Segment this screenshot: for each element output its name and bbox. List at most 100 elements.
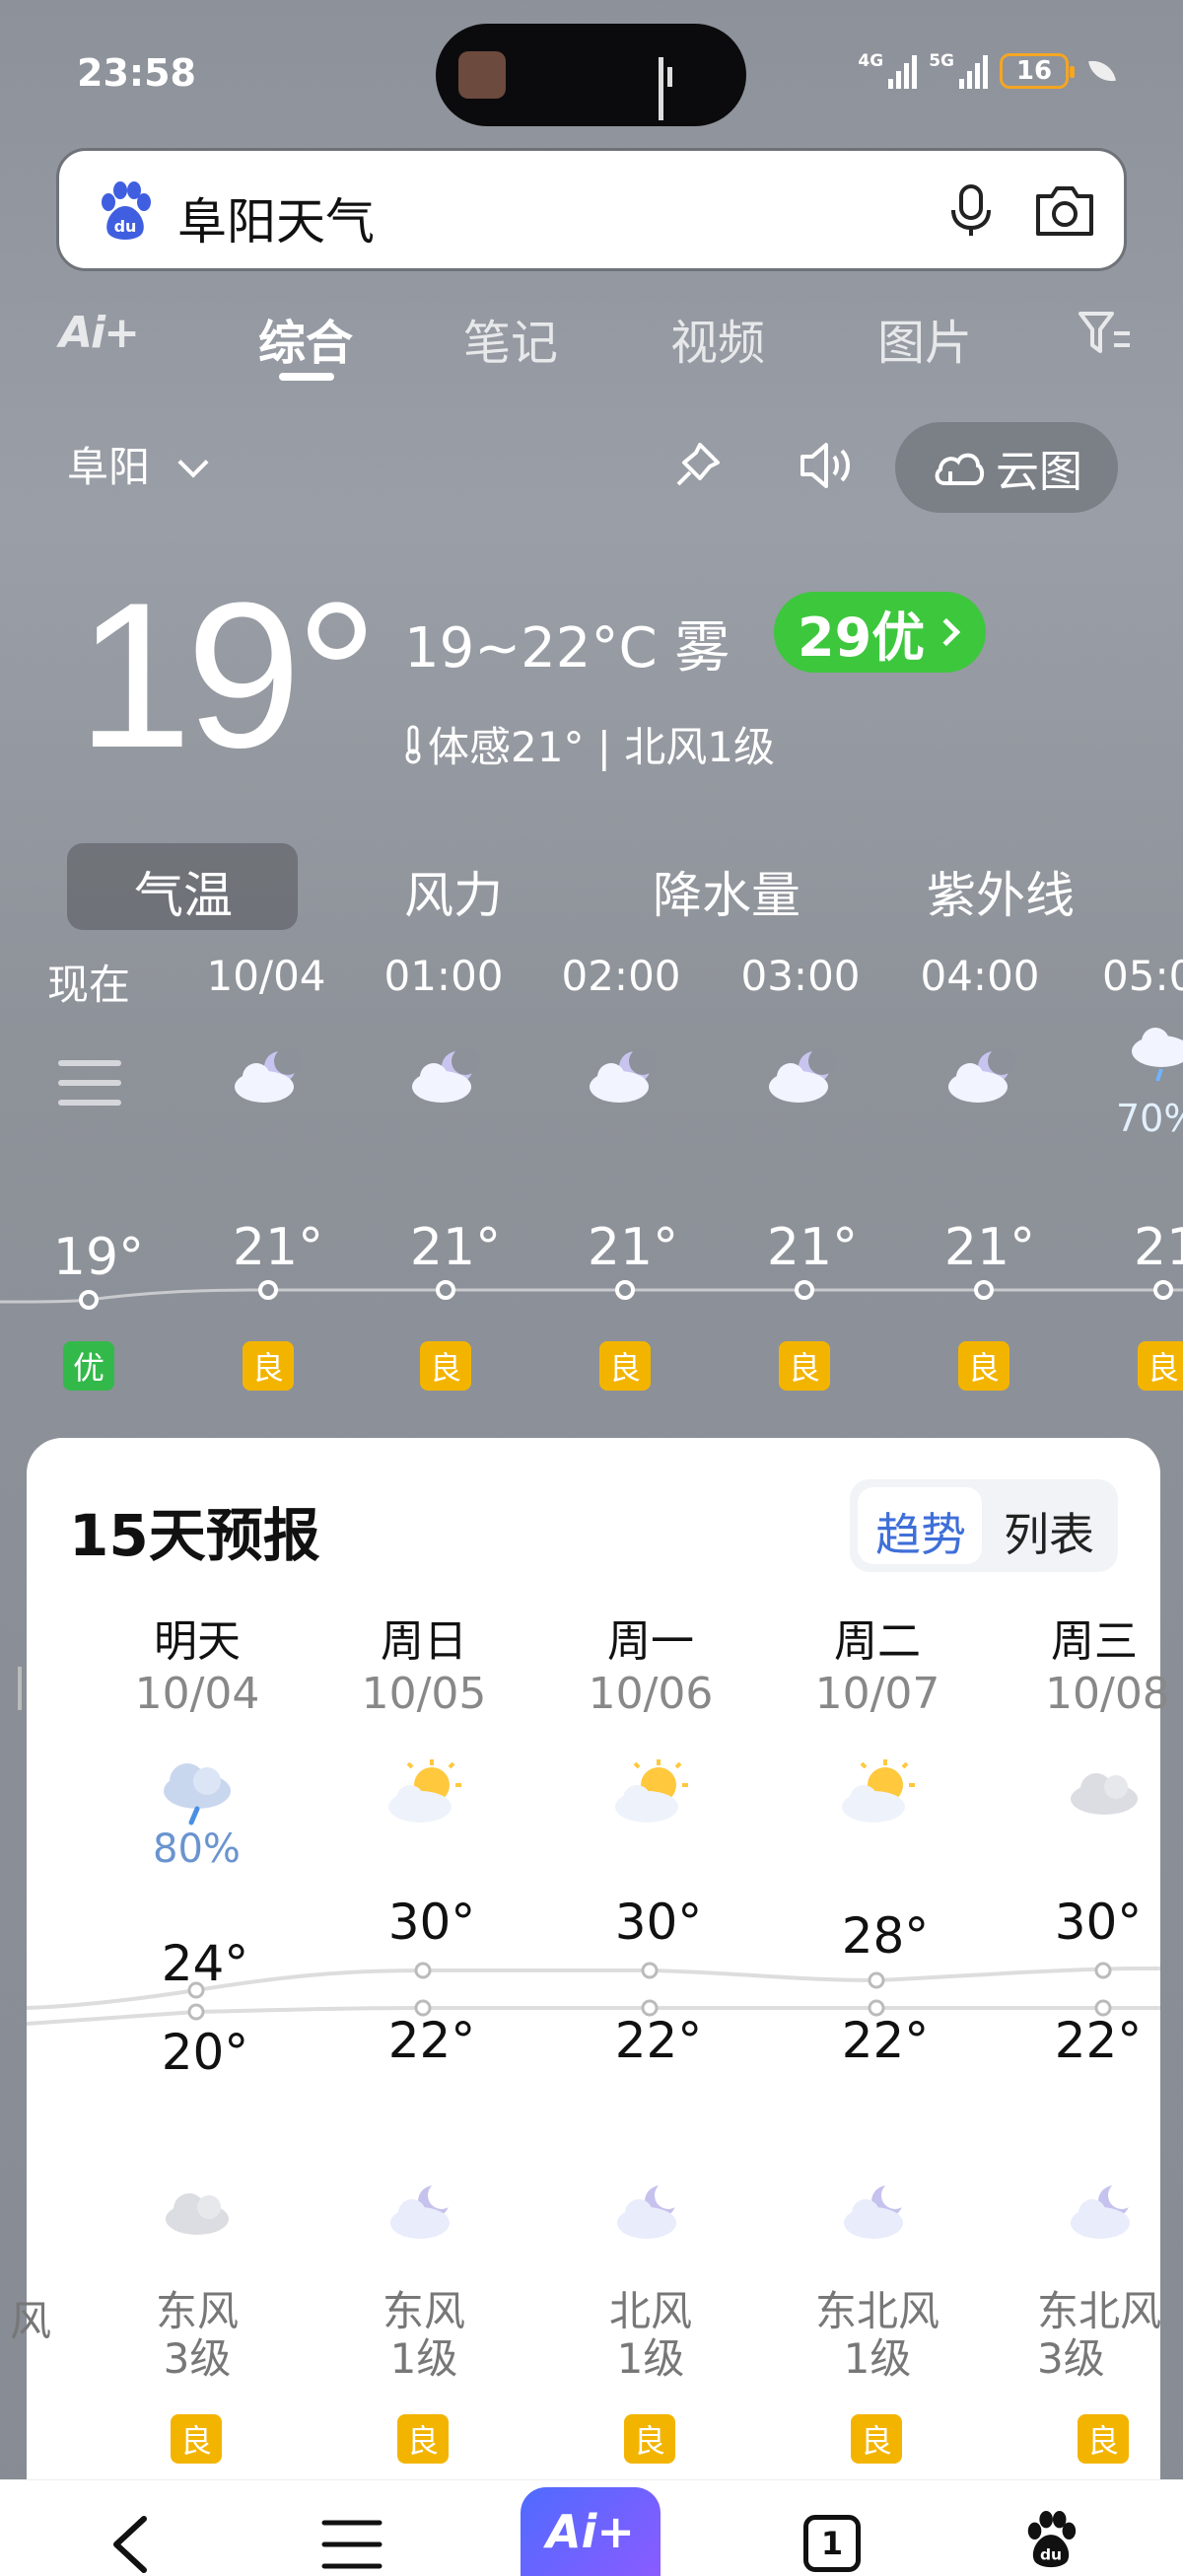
filter-icon[interactable] [1077,308,1132,357]
aqi-tag: 良 [397,2414,449,2464]
sunny-cloud-icon [388,1759,461,1823]
ai-assistant-button[interactable]: Ai+ [521,2487,661,2576]
cloudy-night-icon [590,1047,657,1103]
aqi-tag: 优 [63,1341,114,1391]
status-icons: 4G 5G 16 [858,53,1116,89]
audio-bars-icon [659,57,682,120]
menu-icon[interactable] [320,2517,383,2572]
tabs-count-button[interactable]: 1 [803,2515,861,2572]
prev-wind-fragment: 风 [10,2297,52,2345]
back-arrow-icon[interactable] [106,2513,156,2576]
chevron-right-icon [933,617,961,647]
tab-videos[interactable]: 视频 [670,304,765,373]
hour-label: 02:00 [561,952,681,1000]
ai-plus-tab[interactable]: Ai+ [59,308,140,358]
precip-probability: 70% [1116,1097,1183,1140]
low-temp: 22° [1054,2012,1143,2069]
aqi-tag: 良 [1078,2414,1129,2464]
hour-label: 04:00 [920,952,1040,1000]
search-box[interactable]: du 阜阳天气 [56,148,1127,271]
day-name: 周日 [381,1616,467,1667]
cloud-icon [1071,1773,1138,1815]
status-time: 23:58 [77,51,196,95]
aqi-tag: 良 [243,1341,294,1391]
wind-info: 东风 3级 [155,2287,239,2383]
island-avatar-icon [458,51,506,99]
aqi-tag: 良 [779,1341,830,1391]
pin-icon[interactable] [670,439,724,492]
precip-probability: 80% [153,1826,241,1872]
cloudy-night-icon [617,2182,682,2239]
aqi-tag: 良 [1138,1341,1183,1391]
microphone-icon[interactable] [941,180,1001,240]
aqi-tag: 良 [851,2414,902,2464]
aqi-value: 29优 [798,606,926,669]
day-name: 周三 [1051,1616,1138,1667]
temp-range-condition: 19~22°C 雾 [404,616,731,680]
day-date: 10/05 [361,1669,487,1719]
forecast-title: 15天预报 [69,1502,320,1569]
chevron-down-icon [177,447,209,478]
svg-text:du: du [1040,2545,1062,2563]
hour-label: 01:00 [383,952,504,1000]
day-name: 周二 [834,1616,921,1667]
cloud-map-button[interactable]: 云图 [895,422,1118,513]
cloudy-night-icon [769,1047,836,1103]
cloudy-night-icon [844,2182,909,2239]
day-name: 明天 [154,1616,241,1667]
tab-images[interactable]: 图片 [877,304,972,373]
hour-label: 10/04 [206,952,326,1000]
rain-cloud-icon [164,1763,231,1825]
wind-info: 北风 1级 [608,2287,692,2383]
cloud-map-icon [935,453,985,485]
cloudy-night-icon [1071,2182,1136,2239]
day-date: 10/04 [134,1669,260,1719]
signal-5g-icon: 5G [929,53,988,89]
cloud-map-label: 云图 [996,447,1082,497]
aqi-badge[interactable]: 29优 [774,592,987,673]
thermometer-icon [405,725,421,763]
baidu-paw-icon[interactable]: du [1021,2510,1080,2569]
low-temp: 20° [161,2024,249,2081]
tab-general[interactable]: 综合 [258,304,353,373]
low-temp: 22° [614,2012,703,2069]
aqi-tag: 良 [599,1341,651,1391]
toggle-trend[interactable]: 趋势 [875,1499,966,1564]
toggle-list[interactable]: 列表 [1004,1499,1094,1564]
wind-info: 东北风 3级 [1037,2288,1162,2383]
sunny-cloud-icon [615,1759,688,1823]
speaker-icon[interactable] [797,439,856,492]
tab-wind[interactable]: 风力 [404,856,503,927]
city-selector[interactable]: 阜阳 [67,434,209,494]
feels-like-wind: 体感21° | 北风1级 [428,723,776,771]
cloud-icon [166,2193,229,2235]
tab-notes[interactable]: 笔记 [463,304,558,373]
hour-label: 现在 [46,961,130,1009]
tab-uv[interactable]: 紫外线 [927,856,1075,927]
day-date: 10/07 [814,1669,940,1719]
search-query[interactable]: 阜阳天气 [177,182,375,253]
tab-temperature[interactable]: 气温 [134,856,233,927]
svg-text:du: du [114,217,137,236]
low-temp: 22° [387,2012,476,2069]
wind-info: 东北风 1级 [814,2287,939,2383]
baidu-paw-icon: du [102,181,151,240]
day-name: 周一 [607,1616,694,1667]
hour-label: 03:00 [740,952,861,1000]
battery-icon: 16 [1000,53,1075,89]
rain-icon [1132,1028,1183,1082]
signal-4g-icon: 4G [858,53,918,89]
tab-precipitation[interactable]: 降水量 [653,856,800,927]
menu-icon[interactable] [57,1055,122,1110]
cloudy-night-icon [235,1047,302,1103]
day-date: 10/06 [588,1669,714,1719]
day-date: 10/08 [1045,1669,1170,1719]
hour-label: 05:00 [1102,952,1183,1000]
camera-icon[interactable] [1030,180,1099,240]
aqi-tag: 良 [171,2414,222,2464]
cloudy-night-icon [948,1047,1015,1103]
active-tab-indicator [279,373,334,381]
aqi-tag: 良 [624,2414,675,2464]
wind-info: 东风 1级 [382,2287,465,2383]
city-name: 阜阳 [67,443,151,491]
